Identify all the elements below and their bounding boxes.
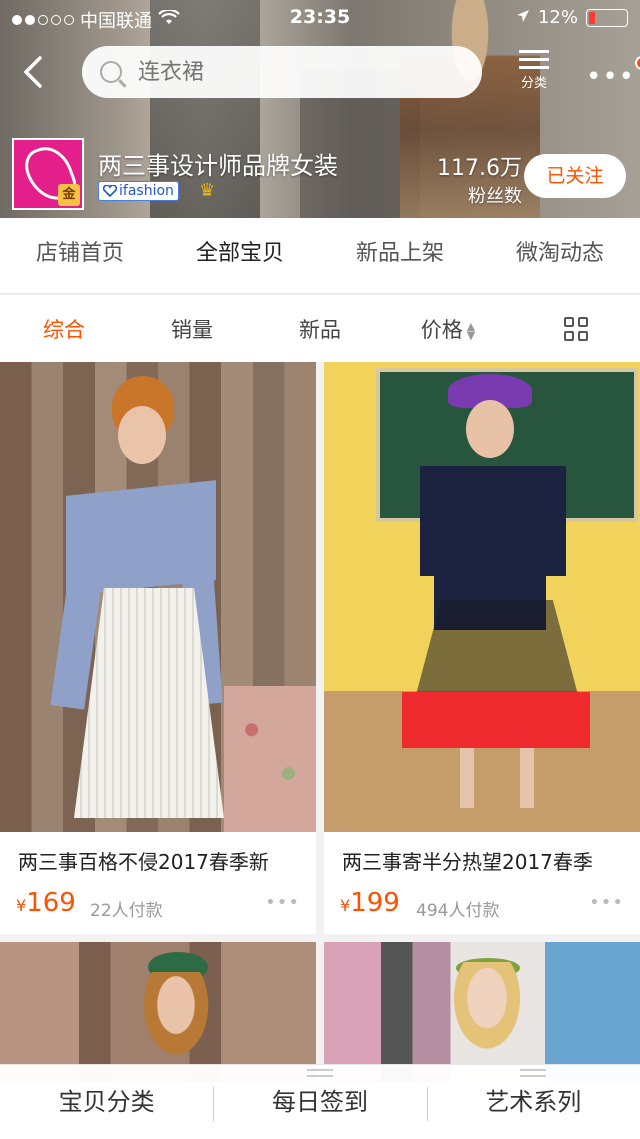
tab-store-home[interactable]: 店铺首页 [0, 218, 160, 293]
category-menu-label: 分类 [520, 76, 547, 91]
sort-price-label: 价格 [420, 317, 463, 342]
location-arrow-icon [516, 7, 530, 28]
product-model-figure [50, 372, 250, 832]
search-input[interactable] [138, 59, 458, 85]
price-value: 169 [26, 888, 76, 918]
product-grid: 两三事百格不侵2017春季新 ¥169 22人付款 ••• 两三事寄半分热望20… [0, 362, 640, 1082]
sort-price[interactable]: 价格 ▲ ▼ [384, 314, 512, 344]
flower-print-fabric [224, 686, 316, 832]
shop-header-banner: 中国联通 23:35 12% 分类 ••• [0, 0, 640, 218]
bottom-item-label: 艺术系列 [485, 1087, 582, 1116]
tab-new-arrivals[interactable]: 新品上架 [320, 218, 480, 293]
product-image[interactable] [324, 942, 640, 1082]
more-dots-icon[interactable]: ••• [589, 892, 624, 913]
fans-label: 粉丝数 [468, 186, 522, 207]
product-sales-count: 22人付款 [90, 901, 163, 921]
shop-info: 金 两三事设计师品牌女装 ifashion ♛ 117.6万 粉丝数 已关注 [12, 138, 628, 210]
category-menu-button[interactable]: 分类 [512, 48, 556, 91]
ifashion-tag-label: ifashion [119, 183, 174, 199]
heart-icon [103, 185, 117, 197]
nav-bar: 分类 ••• [0, 40, 640, 104]
product-card[interactable]: 两三事百格不侵2017春季新 ¥169 22人付款 ••• [0, 362, 316, 934]
sort-sales[interactable]: 销量 [128, 314, 256, 344]
search-bar[interactable] [82, 46, 482, 98]
product-image[interactable] [0, 362, 316, 832]
bottom-item-daily-checkin[interactable]: 每日签到 [213, 1065, 426, 1139]
chevron-left-icon [23, 56, 42, 88]
tab-weitao-feed[interactable]: 微淘动态 [480, 218, 640, 293]
shop-tabs: 店铺首页 全部宝贝 新品上架 微淘动态 [0, 218, 640, 297]
bottom-item-categories[interactable]: 宝贝分类 [0, 1065, 213, 1139]
status-bar: 中国联通 23:35 12% [0, 0, 640, 36]
gold-seller-badge: 金 [58, 184, 80, 206]
currency-symbol: ¥ [340, 896, 351, 915]
back-button[interactable] [20, 52, 50, 92]
more-dots-icon: ••• [586, 62, 636, 92]
product-sales-count: 494人付款 [416, 901, 500, 921]
bottom-menu-bar: 宝贝分类 每日签到 艺术系列 [0, 1064, 640, 1139]
fans-info: 117.6万 粉丝数 [432, 150, 522, 208]
bottom-item-label: 每日签到 [271, 1087, 368, 1116]
more-options-button[interactable]: ••• [586, 56, 640, 92]
battery-percent: 12% [537, 7, 578, 28]
product-price: ¥199 [340, 888, 400, 918]
ifashion-tag: ifashion [98, 181, 179, 201]
sort-comprehensive[interactable]: 综合 [0, 314, 128, 344]
sort-bar: 综合 销量 新品 价格 ▲ ▼ [0, 294, 640, 362]
bottom-item-art-series[interactable]: 艺术系列 [426, 1065, 640, 1139]
price-value: 199 [350, 888, 400, 918]
product-model-figure [400, 374, 590, 824]
product-card[interactable]: 两三事寄半分热望2017春季 ¥199 494人付款 ••• [324, 362, 640, 934]
sort-updown-icon: ▲ ▼ [466, 319, 476, 342]
list-menu-icon [519, 48, 549, 70]
product-price: ¥169 [16, 888, 76, 918]
follow-button[interactable]: 已关注 [524, 154, 626, 198]
tab-all-items[interactable]: 全部宝贝 [160, 218, 320, 297]
status-right: 12% [516, 7, 628, 28]
crown-icon: ♛ [199, 180, 216, 201]
sort-newest[interactable]: 新品 [256, 314, 384, 344]
battery-icon [586, 8, 628, 27]
layout-toggle-button[interactable] [512, 316, 640, 341]
product-card[interactable] [0, 942, 316, 1082]
product-card[interactable] [324, 942, 640, 1082]
product-title[interactable]: 两三事寄半分热望2017春季 [342, 846, 593, 875]
submenu-indicator-icon [520, 1068, 547, 1077]
submenu-indicator-icon [306, 1068, 333, 1077]
product-image[interactable] [0, 942, 316, 1082]
shop-logo[interactable]: 金 [12, 138, 84, 210]
notification-dot [635, 56, 640, 70]
bottom-item-label: 宝贝分类 [58, 1087, 155, 1116]
search-icon [100, 61, 122, 83]
fans-count: 117.6万 [437, 156, 522, 181]
grid-view-icon [564, 316, 588, 341]
shop-name: 两三事设计师品牌女装 [98, 152, 338, 180]
product-title[interactable]: 两三事百格不侵2017春季新 [18, 846, 269, 875]
currency-symbol: ¥ [16, 896, 27, 915]
product-image[interactable] [324, 362, 640, 832]
more-dots-icon[interactable]: ••• [265, 892, 300, 913]
